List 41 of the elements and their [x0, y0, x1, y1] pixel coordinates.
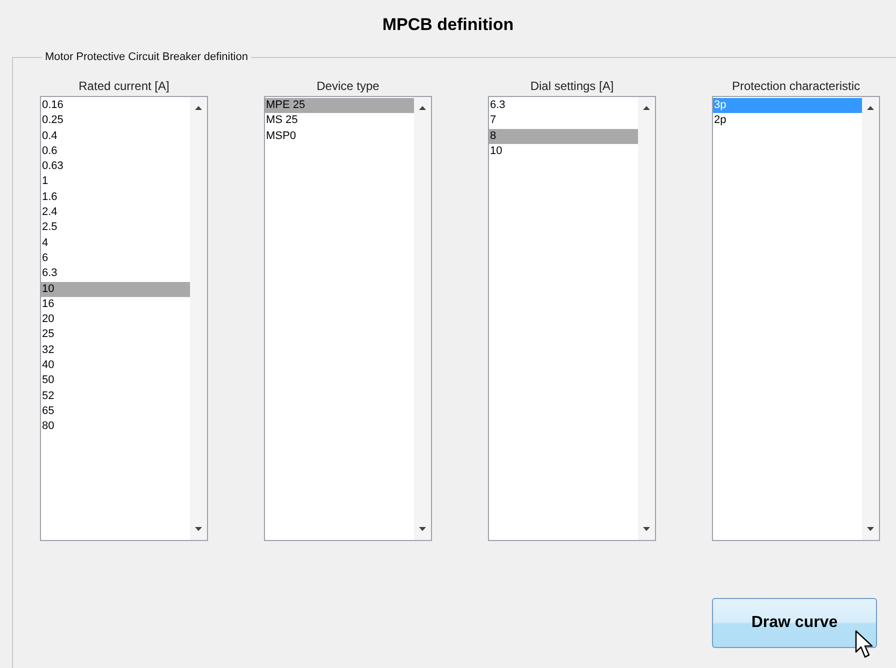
list-item[interactable]: 50	[41, 373, 190, 389]
list-item[interactable]: 8	[489, 128, 638, 144]
list-item[interactable]: 7	[489, 113, 638, 129]
list-box[interactable]: MPE 25 MS 25 MSP0	[264, 96, 432, 541]
list-label: Device type	[316, 79, 380, 95]
list-label: Protection characteristic	[732, 79, 860, 95]
list-box[interactable]: 3p 2p	[712, 96, 880, 541]
list-item[interactable]: 1.6	[41, 190, 190, 206]
list-item[interactable]: 2.5	[41, 220, 190, 236]
list-item[interactable]: 10	[489, 144, 638, 160]
list-item[interactable]: 10	[41, 282, 190, 297]
draw-curve-button[interactable]: Draw curve	[712, 598, 877, 648]
list-item[interactable]: 0.63	[41, 159, 190, 174]
list-box[interactable]: 0.16 0.25 0.4 0.6 0.63 1 1.6 2.4 2.5 4 6 6.3 10 16 20 25 32 40 50 52 65 80	[40, 96, 208, 541]
list-item[interactable]: 16	[41, 296, 190, 312]
list-item[interactable]: 20	[41, 312, 190, 328]
list-item[interactable]: 1	[41, 174, 190, 190]
list-item[interactable]: 0.4	[41, 128, 190, 144]
list-item[interactable]: 65	[41, 404, 190, 420]
window-title: MPCB definition	[381, 14, 515, 36]
list-item[interactable]: 6.3	[41, 266, 190, 282]
list-item[interactable]: 4	[41, 236, 190, 251]
list-item[interactable]: 0.6	[41, 144, 190, 160]
list-item[interactable]: 6.3	[489, 98, 638, 114]
group-title: Motor Protective Circuit Breaker definition	[44, 51, 249, 63]
list-item[interactable]: 40	[41, 358, 190, 374]
list-item[interactable]: 80	[41, 419, 190, 435]
list-item[interactable]: MS 25	[265, 113, 414, 129]
list-item[interactable]: 0.16	[41, 98, 190, 114]
list-label: Dial settings [A]	[530, 79, 614, 95]
list-item[interactable]: 52	[41, 388, 190, 404]
list-item[interactable]: MPE 25	[265, 98, 414, 114]
list-box[interactable]: 6.3 7 8 10	[488, 96, 656, 541]
list-item[interactable]: 6	[41, 250, 190, 266]
list-item[interactable]: MSP0	[265, 128, 414, 144]
list-label: Rated current [A]	[78, 79, 170, 95]
list-item[interactable]: 2p	[713, 113, 862, 129]
list-item[interactable]: 32	[41, 342, 190, 358]
list-item[interactable]: 0.25	[41, 113, 190, 129]
list-item[interactable]: 25	[41, 327, 190, 343]
list-item[interactable]: 2.4	[41, 205, 190, 220]
